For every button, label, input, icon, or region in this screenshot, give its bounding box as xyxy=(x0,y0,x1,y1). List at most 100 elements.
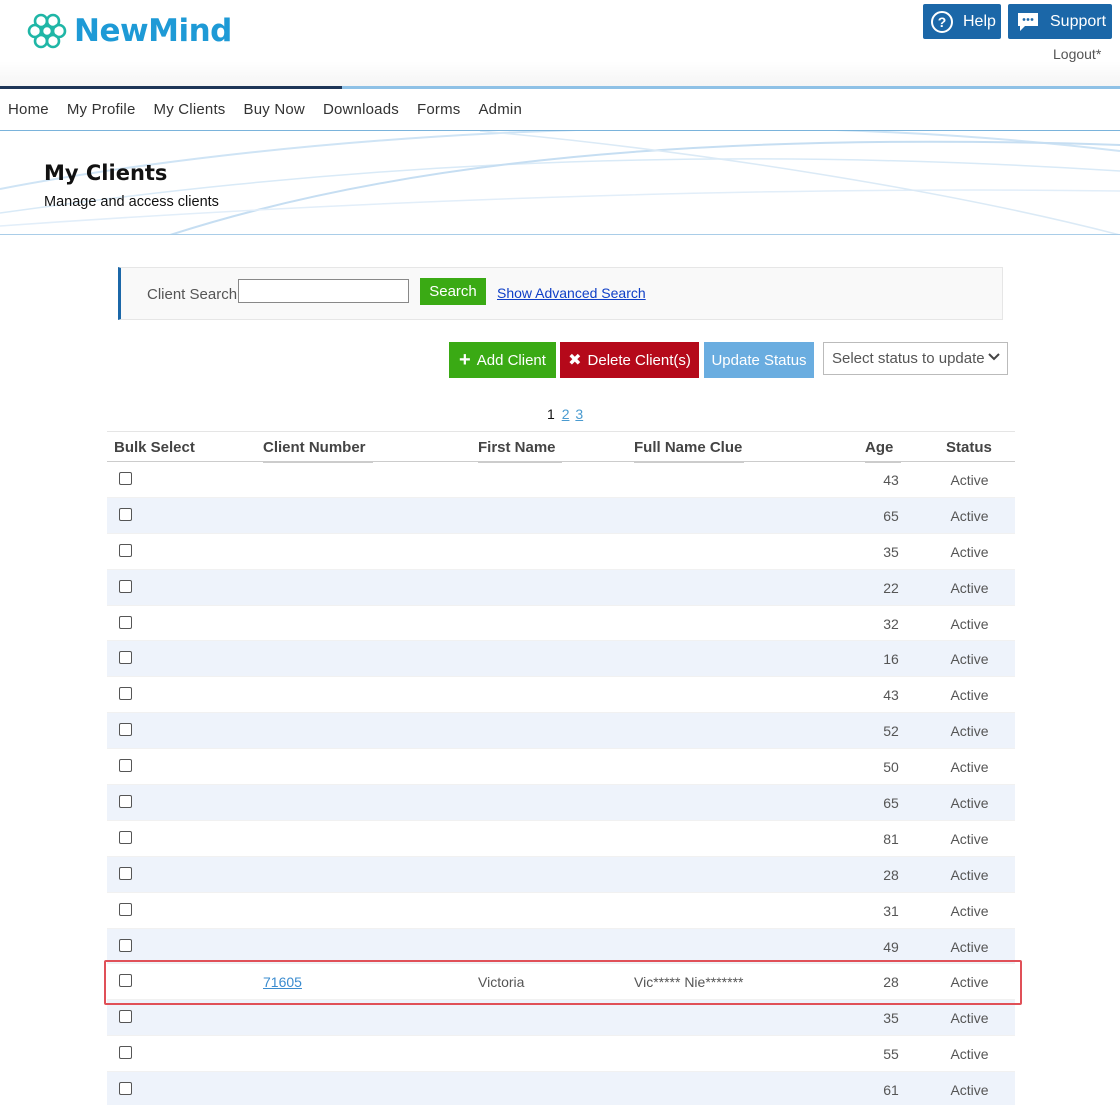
bulk-select-checkbox[interactable] xyxy=(119,1082,132,1096)
support-button[interactable]: Support xyxy=(1008,4,1112,39)
table-row: 52 Active xyxy=(107,713,1015,750)
table-row: 55 Active xyxy=(107,1036,1015,1073)
logo-text: NewMind xyxy=(74,13,232,49)
status-cell: Active xyxy=(950,472,989,488)
clients-table: Bulk Select Client Number First Name Ful… xyxy=(107,431,1015,1105)
add-client-label: Add Client xyxy=(476,351,546,369)
status-cell: Active xyxy=(950,507,989,524)
nav-item-my-clients[interactable]: My Clients xyxy=(154,101,226,118)
client-search-input[interactable] xyxy=(238,279,409,303)
page-subtitle: Manage and access clients xyxy=(44,194,219,210)
close-icon: ✖ xyxy=(568,352,582,369)
column-header-age[interactable]: Age xyxy=(865,439,901,463)
status-cell: Active xyxy=(950,615,989,632)
nav-item-downloads[interactable]: Downloads xyxy=(323,101,399,118)
bulk-select-checkbox[interactable] xyxy=(119,579,132,593)
logo-icon xyxy=(27,13,67,49)
bulk-select-checkbox[interactable] xyxy=(119,759,132,773)
status-select[interactable]: Select status to update xyxy=(823,342,1008,375)
column-header-status[interactable]: Status xyxy=(946,439,992,456)
column-header-full-name-clue[interactable]: Full Name Clue xyxy=(634,439,744,463)
age-cell: 61 xyxy=(883,1082,899,1099)
table-body: 43 Active 65 Active 35 Active 22 Active 32 Active… xyxy=(107,462,1015,1105)
status-select-value: Select status to update xyxy=(832,350,985,367)
pagination-current-page: 1 xyxy=(547,406,555,422)
question-circle-icon: ? xyxy=(931,10,953,33)
status-cell: Active xyxy=(950,579,989,596)
age-cell: 55 xyxy=(883,1046,899,1063)
status-cell: Active xyxy=(950,830,989,847)
bulk-select-checkbox[interactable] xyxy=(119,866,132,880)
pagination: 1 2 3 xyxy=(547,406,583,422)
chevron-down-icon xyxy=(988,353,1000,361)
add-client-button[interactable]: + Add Client xyxy=(449,342,556,378)
nav-item-home[interactable]: Home xyxy=(8,101,49,118)
table-row: 50 Active xyxy=(107,749,1015,786)
page-banner: My Clients Manage and access clients xyxy=(0,131,1120,235)
bulk-select-checkbox[interactable] xyxy=(119,687,132,701)
bulk-select-checkbox[interactable] xyxy=(119,615,132,629)
table-row: 32 Active xyxy=(107,606,1015,642)
nav-item-buy-now[interactable]: Buy Now xyxy=(244,101,305,118)
table-row: 22 Active xyxy=(107,569,1015,606)
age-cell: 28 xyxy=(883,866,899,883)
logo[interactable]: NewMind xyxy=(26,10,232,52)
table-row: 81 Active xyxy=(107,821,1015,857)
table-row: 49 Active xyxy=(107,928,1015,965)
delete-clients-button[interactable]: ✖ Delete Client(s) xyxy=(560,342,699,378)
bulk-select-checkbox[interactable] xyxy=(119,472,132,485)
nav-item-forms[interactable]: Forms xyxy=(417,101,461,118)
age-cell: 35 xyxy=(883,1010,899,1027)
client-search-panel: Client Search Search Show Advanced Searc… xyxy=(118,267,1003,320)
bulk-select-checkbox[interactable] xyxy=(119,795,132,809)
update-status-button[interactable]: Update Status xyxy=(704,342,814,378)
age-cell: 16 xyxy=(883,651,899,668)
bulk-select-checkbox[interactable] xyxy=(119,1010,132,1024)
bulk-select-checkbox[interactable] xyxy=(119,507,132,521)
column-header-first-name[interactable]: First Name xyxy=(478,439,562,463)
help-label: Help xyxy=(963,12,996,30)
pagination-page-3[interactable]: 3 xyxy=(575,406,583,422)
table-row: 71605 Victoria Vic***** Nie******* 28 Active xyxy=(107,964,1015,1001)
nav-item-my-profile[interactable]: My Profile xyxy=(67,101,136,118)
client-number-link[interactable]: 71605 xyxy=(263,974,302,990)
status-cell: Active xyxy=(950,543,989,560)
logout-link[interactable]: Logout* xyxy=(1053,46,1101,62)
status-cell: Active xyxy=(950,1046,989,1063)
show-advanced-search-link[interactable]: Show Advanced Search xyxy=(497,285,646,301)
age-cell: 50 xyxy=(883,759,899,776)
age-cell: 35 xyxy=(883,543,899,560)
status-cell: Active xyxy=(950,651,989,668)
full-name-clue-cell: Vic***** Nie******* xyxy=(634,974,744,991)
search-button[interactable]: Search xyxy=(420,278,486,305)
column-header-client-number[interactable]: Client Number xyxy=(263,439,373,463)
status-cell: Active xyxy=(950,974,989,991)
status-cell: Active xyxy=(950,1010,989,1027)
table-row: 35 Active xyxy=(107,534,1015,570)
first-name-cell: Victoria xyxy=(478,974,525,991)
banner-swoosh-decoration xyxy=(0,131,1120,234)
table-row: 35 Active xyxy=(107,1000,1015,1037)
help-button[interactable]: ? Help xyxy=(923,4,1001,39)
table-row: 31 Active xyxy=(107,893,1015,929)
column-header-bulk-select[interactable]: Bulk Select xyxy=(114,439,195,463)
status-cell: Active xyxy=(950,866,989,883)
table-row: 43 Active xyxy=(107,462,1015,498)
age-cell: 49 xyxy=(883,938,899,955)
main-nav: Home My Profile My Clients Buy Now Downl… xyxy=(0,89,1120,131)
bulk-select-checkbox[interactable] xyxy=(119,543,132,557)
pagination-page-2[interactable]: 2 xyxy=(562,406,570,422)
table-row: 65 Active xyxy=(107,497,1015,534)
bulk-select-checkbox[interactable] xyxy=(119,723,132,737)
age-cell: 81 xyxy=(883,830,899,847)
age-cell: 65 xyxy=(883,507,899,524)
bulk-select-checkbox[interactable] xyxy=(119,830,132,844)
bulk-select-checkbox[interactable] xyxy=(119,938,132,952)
nav-item-admin[interactable]: Admin xyxy=(478,101,522,118)
bulk-select-checkbox[interactable] xyxy=(119,902,132,916)
table-row: 28 Active xyxy=(107,856,1015,893)
bulk-select-checkbox[interactable] xyxy=(119,1046,132,1060)
table-row: 65 Active xyxy=(107,785,1015,821)
bulk-select-checkbox[interactable] xyxy=(119,974,132,988)
bulk-select-checkbox[interactable] xyxy=(119,651,132,665)
